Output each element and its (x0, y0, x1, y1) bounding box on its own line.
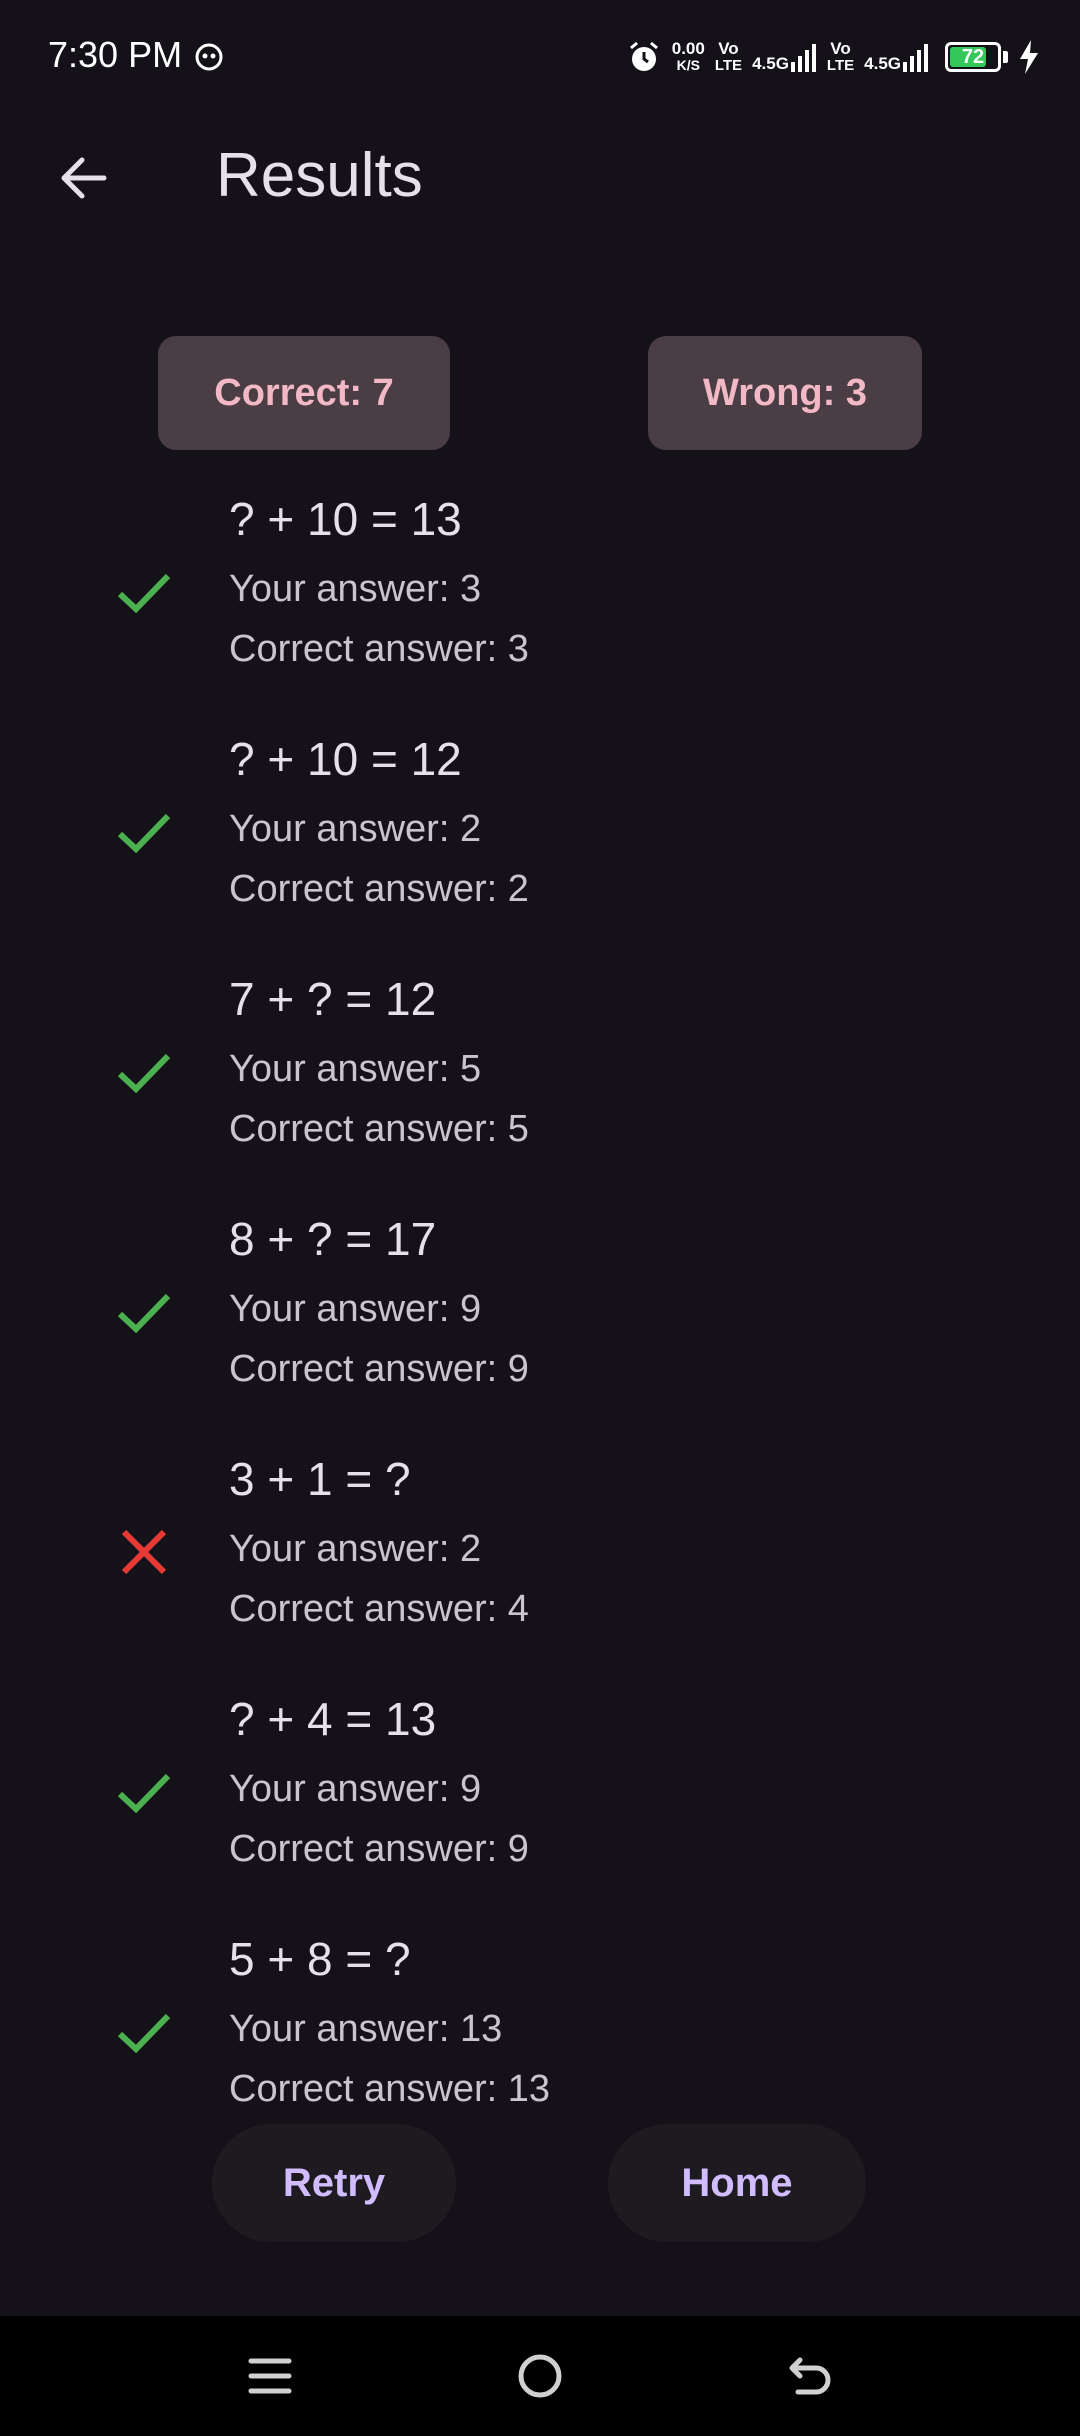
page-title: Results (216, 141, 423, 210)
your-answer-text: Your answer: 9 (229, 1288, 482, 1330)
sim1-volte-bottom: LTE (714, 57, 743, 74)
signal-icon (903, 44, 928, 72)
sim2-volte: Vo LTE (827, 40, 854, 74)
nav-home-button[interactable] (510, 2346, 570, 2406)
menu-icon (248, 2358, 292, 2394)
your-answer-text: Your answer: 2 (229, 1528, 482, 1570)
net-speed-unit: K/S (676, 57, 700, 73)
status-bar: 7:30 PM 0.00 K/S Vo LTE 4.5G Vo LTE 4.5G… (0, 0, 1080, 118)
close-icon (121, 1529, 167, 1575)
sim1-network-type: 4.5G (752, 54, 789, 73)
signal-icon (790, 44, 816, 72)
correct-answer-text: Correct answer: 13 (229, 2068, 551, 2110)
battery-tip (1003, 51, 1008, 63)
correct-answer-text: Correct answer: 9 (229, 1348, 529, 1390)
list-item: ? + 10 = 12 Your answer: 2 Correct answe… (0, 720, 1080, 960)
battery-level: 72 (961, 46, 985, 68)
back-button[interactable] (44, 138, 124, 218)
question-text: 3 + 1 = ? (229, 1453, 411, 1505)
your-answer-text: Your answer: 9 (229, 1768, 482, 1810)
your-answer-text: Your answer: 3 (229, 568, 482, 610)
correct-answer-text: Correct answer: 2 (229, 868, 529, 910)
back-icon (789, 2357, 831, 2395)
sim1-volte-top: Vo (718, 39, 739, 58)
check-icon (117, 813, 171, 854)
retry-button[interactable]: Retry (212, 2124, 456, 2242)
correct-answer-text: Correct answer: 3 (229, 628, 529, 670)
net-speed: 0.00 K/S (672, 40, 705, 74)
notification-app-icon (195, 43, 223, 71)
list-item: ? + 4 = 13 Your answer: 9 Correct answer… (0, 1680, 1080, 1920)
status-indicators: 0.00 K/S Vo LTE 4.5G Vo LTE 4.5G 72 (626, 34, 1040, 80)
nav-menu-button[interactable] (240, 2346, 300, 2406)
check-icon (117, 573, 171, 614)
status-time: 7:30 PM (48, 34, 183, 75)
list-item: 7 + ? = 12 Your answer: 5 Correct answer… (0, 960, 1080, 1200)
check-icon (117, 1293, 171, 1334)
question-text: 8 + ? = 17 (229, 1213, 437, 1265)
list-item: 3 + 1 = ? Your answer: 2 Correct answer:… (0, 1440, 1080, 1680)
net-speed-value: 0.00 (671, 39, 705, 58)
sim2-volte-bottom: LTE (826, 57, 855, 74)
correct-answer-text: Correct answer: 5 (229, 1108, 529, 1150)
question-text: ? + 10 = 13 (229, 493, 462, 545)
question-text: ? + 4 = 13 (229, 1693, 437, 1745)
your-answer-text: Your answer: 13 (229, 2008, 503, 2050)
charging-bolt-icon (1020, 40, 1038, 74)
check-icon (117, 1053, 171, 1094)
sim1-volte: Vo LTE (715, 40, 742, 74)
your-answer-text: Your answer: 5 (229, 1048, 482, 1090)
correct-answer-text: Correct answer: 9 (229, 1828, 529, 1870)
results-list[interactable]: ? + 10 = 13 Your answer: 3 Correct answe… (0, 480, 1080, 2110)
sim2-volte-top: Vo (830, 39, 851, 58)
question-text: 7 + ? = 12 (229, 973, 437, 1025)
app-bar: Results (0, 118, 1080, 236)
correct-answer-text: Correct answer: 4 (229, 1588, 529, 1630)
arrow-left-icon (61, 157, 107, 199)
system-navigation-bar (0, 2316, 1080, 2436)
check-icon (117, 1773, 171, 1814)
alarm-icon (629, 41, 658, 71)
home-button[interactable]: Home (608, 2124, 866, 2242)
battery-icon: 72 (945, 42, 1001, 72)
sim2-network: 4.5G (864, 42, 929, 72)
list-item: 5 + 8 = ? Your answer: 13 Correct answer… (0, 1920, 1080, 2110)
check-icon (117, 2013, 171, 2054)
your-answer-text: Your answer: 2 (229, 808, 482, 850)
sim2-network-type: 4.5G (864, 54, 901, 73)
list-item: 8 + ? = 17 Your answer: 9 Correct answer… (0, 1200, 1080, 1440)
question-text: ? + 10 = 12 (229, 733, 462, 785)
nav-back-button[interactable] (780, 2346, 840, 2406)
sim1-network: 4.5G (752, 42, 817, 72)
home-circle-icon (518, 2354, 562, 2398)
wrong-count-chip: Wrong: 3 (648, 336, 922, 450)
correct-count-chip: Correct: 7 (158, 336, 450, 450)
question-text: 5 + 8 = ? (229, 1933, 411, 1985)
list-item: ? + 10 = 13 Your answer: 3 Correct answe… (0, 480, 1080, 720)
